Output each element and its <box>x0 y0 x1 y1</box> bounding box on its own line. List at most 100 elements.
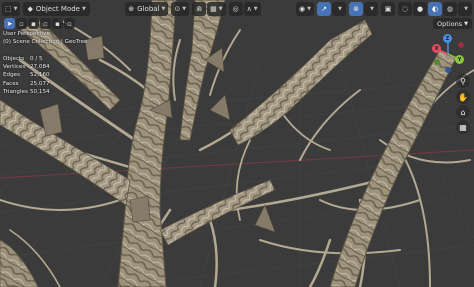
overlay-toggle-group: ⊚ ▼ <box>349 2 378 16</box>
object-mode-icon: ◆ <box>27 5 33 13</box>
shading-wireframe-button[interactable]: ◌ <box>398 2 412 16</box>
pivot-icon: ⊙ <box>174 5 181 13</box>
proportional-edit-group: ◎ ∧ ▼ <box>228 2 261 16</box>
y-axis-button[interactable]: Y <box>455 55 464 64</box>
overlays-options-button[interactable]: ▼ <box>364 2 378 16</box>
tree-branch-left <box>0 99 131 206</box>
x-axis-label: X <box>434 45 439 52</box>
pan-button[interactable]: ✋ <box>456 90 470 104</box>
select-mode-3-button[interactable]: ▫ <box>40 18 51 29</box>
snap-target-button[interactable]: ▦ ▼ <box>207 2 226 16</box>
snap-group: ⋒ ▦ ▼ <box>192 2 226 16</box>
chevron-down-icon: ▼ <box>370 6 374 12</box>
options-dropdown[interactable]: Options ▼ <box>433 18 472 29</box>
magnifier-icon: ⚲ <box>460 76 466 86</box>
chevron-down-icon: ▼ <box>307 6 311 12</box>
overlay-circles-icon: ⊚ <box>353 5 359 13</box>
mode-selector[interactable]: ◆ Object Mode ▼ <box>23 2 90 16</box>
shading-rendered-button[interactable]: ◍ <box>443 2 457 16</box>
stat-row: Vertices 27,084 <box>3 63 50 71</box>
cursor-icon: ➤ <box>6 19 13 28</box>
viewport-editor-icon: ⬚ <box>5 5 12 13</box>
select-tool-button[interactable]: ➤ <box>4 18 15 29</box>
stat-value: 52,160 <box>30 72 50 79</box>
stat-label: Edges <box>3 72 20 79</box>
navigation-gizmo[interactable]: Z X Y <box>428 34 468 74</box>
material-sphere-icon: ◐ <box>431 5 439 13</box>
rendered-sphere-icon: ◍ <box>446 5 454 13</box>
viewport-header: ⬚ ▼ ◆ Object Mode ▼ ⊕ Global ▼ ⊙ ▼ ⋒ ▦ ▼ ◎ … <box>0 0 474 18</box>
chevron-down-icon: ▼ <box>338 6 342 12</box>
select-mode-4-button[interactable]: ▪ <box>52 18 63 29</box>
x-axis-button[interactable]: X <box>432 44 441 53</box>
chevron-down-icon: ▼ <box>464 6 468 12</box>
mode-label: Object Mode <box>35 5 80 13</box>
select-invert-icon: ▪ <box>55 19 60 28</box>
stat-value: 50,154 <box>30 88 50 95</box>
shading-group: ◌ ● ◐ ◍ ▼ <box>398 2 472 16</box>
hand-icon: ✋ <box>458 92 468 102</box>
stat-value: 27,084 <box>30 64 50 71</box>
select-mode-2-button[interactable]: ▪ <box>28 18 39 29</box>
z-axis-button[interactable]: Z <box>443 34 452 43</box>
tool-row: ➤ ▫ ▪ ▫ ▪ ▫ <box>4 18 75 29</box>
visibility-group: ◉ ▼ <box>296 2 314 16</box>
shading-material-button[interactable]: ◐ <box>428 2 442 16</box>
orientation-axes-icon: ⊕ <box>128 5 135 13</box>
editor-type-button[interactable]: ⬚ ▼ <box>2 2 21 16</box>
shading-solid-button[interactable]: ● <box>413 2 427 16</box>
magnet-icon: ⋒ <box>196 5 203 13</box>
gizmo-toggle-group: ↗ ▼ <box>317 2 346 16</box>
stat-row: Edges 52,160 <box>3 71 50 79</box>
options-label: Options <box>437 19 463 28</box>
pivot-point-button[interactable]: ⊙ ▼ <box>171 2 190 16</box>
falloff-curve-icon: ∧ <box>246 5 252 13</box>
select-mode-5-button[interactable]: ▫ <box>64 18 75 29</box>
select-new-icon: ▫ <box>19 19 24 28</box>
y-axis-label: Y <box>457 56 462 63</box>
proportional-edit-toggle[interactable]: ◎ <box>228 2 243 16</box>
orientation-label: Global <box>137 5 160 13</box>
shading-options-button[interactable]: ▼ <box>458 2 472 16</box>
falloff-button[interactable]: ∧ ▼ <box>243 2 261 16</box>
proportional-edit-icon: ◎ <box>232 5 239 13</box>
tree-branch-right <box>229 19 373 146</box>
stat-label: Vertices <box>3 64 26 71</box>
xray-icon: ▣ <box>384 5 392 13</box>
chevron-down-icon: ▼ <box>13 6 18 12</box>
collection-line: (0) Scene Collection | GeoTree <box>3 38 88 45</box>
camera-icon: ⌂ <box>460 107 466 117</box>
stat-label: Faces <box>3 80 19 87</box>
select-mode-1-button[interactable]: ▫ <box>16 18 27 29</box>
chevron-down-icon: ▼ <box>161 6 166 12</box>
neg-z-axis-button[interactable] <box>445 67 451 73</box>
chevron-down-icon: ▼ <box>81 6 86 12</box>
solid-sphere-icon: ● <box>416 5 424 13</box>
perspective-toggle-button[interactable]: ▦ <box>456 120 470 134</box>
neg-y-axis-button[interactable] <box>434 59 440 65</box>
snap-toggle[interactable]: ⋒ <box>192 2 207 16</box>
stat-value: 25,077 <box>30 80 50 87</box>
camera-view-button[interactable]: ⌂ <box>456 105 470 119</box>
chevron-down-icon: ▼ <box>218 6 223 12</box>
select-subtract-icon: ▫ <box>43 19 48 28</box>
view-info: User Perspective (0) Scene Collection | … <box>3 31 88 47</box>
snap-grid-icon: ▦ <box>210 5 217 13</box>
stat-row: Triangles 50,154 <box>3 88 50 96</box>
chevron-down-icon: ▼ <box>253 6 258 12</box>
transform-orientation-selector[interactable]: ⊕ Global ▼ <box>125 2 169 16</box>
select-extend-icon: ▪ <box>31 19 36 28</box>
chevron-down-icon: ▼ <box>464 20 468 27</box>
overlays-toggle[interactable]: ⊚ <box>349 2 363 16</box>
eye-icon: ◉ <box>299 5 306 13</box>
gizmo-toggle[interactable]: ↗ <box>317 2 331 16</box>
xray-toggle[interactable]: ▣ <box>381 2 395 16</box>
visibility-button[interactable]: ◉ ▼ <box>296 2 314 16</box>
3d-viewport[interactable]: ⬚ ▼ ◆ Object Mode ▼ ⊕ Global ▼ ⊙ ▼ ⋒ ▦ ▼ ◎ … <box>0 0 474 287</box>
zoom-button[interactable]: ⚲ <box>456 74 470 88</box>
grid-icon: ▦ <box>459 122 467 132</box>
neg-x-axis-button[interactable] <box>458 42 464 48</box>
stat-row: Faces 25,077 <box>3 80 50 88</box>
gizmo-options-button[interactable]: ▼ <box>332 2 346 16</box>
chevron-down-icon: ▼ <box>182 6 187 12</box>
